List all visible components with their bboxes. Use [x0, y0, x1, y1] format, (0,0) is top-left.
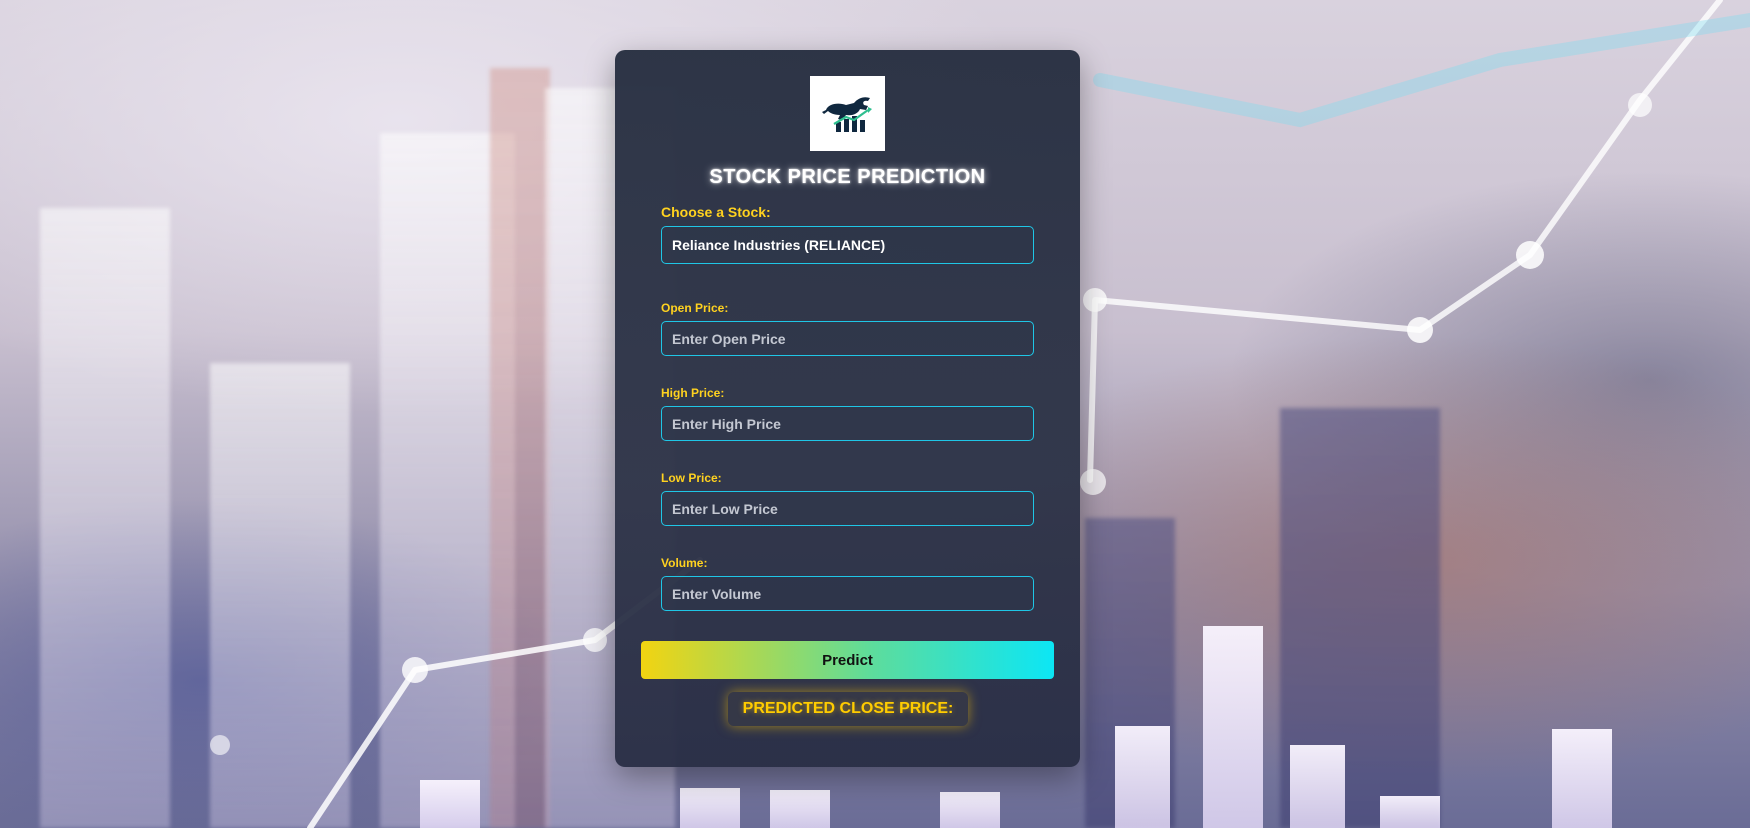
stock-select-value: Reliance Industries (RELIANCE): [672, 237, 886, 253]
prediction-card: STOCK PRICE PREDICTION Choose a Stock: R…: [615, 50, 1080, 767]
stock-select[interactable]: Reliance Industries (RELIANCE): [661, 226, 1034, 264]
open-price-input[interactable]: [661, 321, 1034, 356]
bull-chart-logo-icon: [810, 76, 885, 151]
stock-select-label: Choose a Stock:: [661, 204, 771, 220]
predict-button[interactable]: Predict: [641, 641, 1054, 679]
high-price-label: High Price:: [661, 386, 725, 400]
volume-label: Volume:: [661, 556, 708, 570]
low-price-label: Low Price:: [661, 471, 722, 485]
open-price-label: Open Price:: [661, 301, 729, 315]
high-price-input[interactable]: [661, 406, 1034, 441]
page-title: STOCK PRICE PREDICTION: [709, 166, 986, 188]
low-price-input[interactable]: [661, 491, 1034, 526]
predicted-close-price: PREDICTED CLOSE PRICE:: [728, 692, 968, 726]
volume-input[interactable]: [661, 576, 1034, 611]
